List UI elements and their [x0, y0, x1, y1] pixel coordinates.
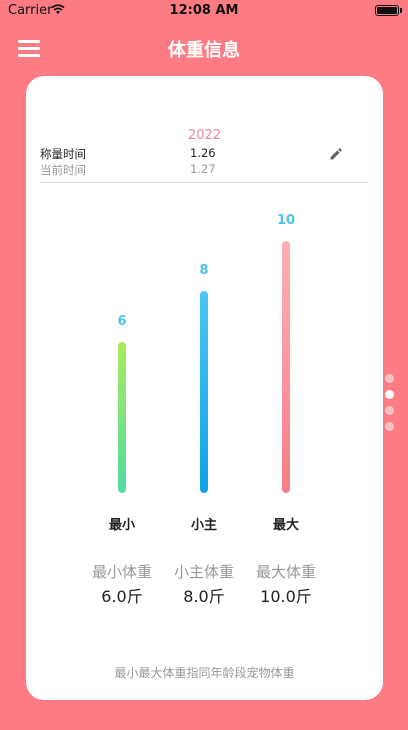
page-title: 体重信息 — [168, 40, 240, 61]
bar-category-label: 最大 — [272, 518, 299, 533]
page-dot[interactable] — [385, 422, 394, 431]
bar-value-label: 8 — [199, 263, 209, 279]
navigation-bar: 体重信息 — [0, 30, 408, 66]
bar-value-label: 10 — [276, 213, 296, 228]
page-dot[interactable] — [385, 390, 394, 399]
battery-icon — [375, 5, 402, 16]
weight-bar — [282, 241, 290, 493]
bar-category-label: 最小 — [108, 518, 135, 533]
weight-bar — [118, 341, 126, 493]
bar-category-label: 小主 — [190, 518, 217, 533]
page-indicator — [385, 374, 395, 438]
stat-value: 8.0斤 — [183, 587, 225, 606]
footnote: 最小最大体重指同年龄段宠物体重 — [114, 666, 295, 680]
page-dot[interactable] — [385, 406, 394, 415]
weight-bar — [200, 291, 208, 493]
weight-info-card: 2022 称量时间 1.26 当前时间 1.27 6 最小 8 小主 10 最大 最小体重… — [26, 76, 383, 700]
status-bar: Carrier 12:08 AM — [0, 0, 408, 22]
stat-title: 最大体重 — [255, 563, 316, 581]
bar-value-label: 6 — [117, 313, 127, 329]
stat-value: 10.0斤 — [260, 587, 312, 606]
stat-title: 最小体重 — [91, 563, 152, 581]
stat-value: 6.0斤 — [101, 587, 143, 606]
page-dot[interactable] — [385, 374, 394, 383]
status-time: 12:08 AM — [169, 3, 239, 18]
stat-title: 小主体重 — [173, 563, 234, 581]
